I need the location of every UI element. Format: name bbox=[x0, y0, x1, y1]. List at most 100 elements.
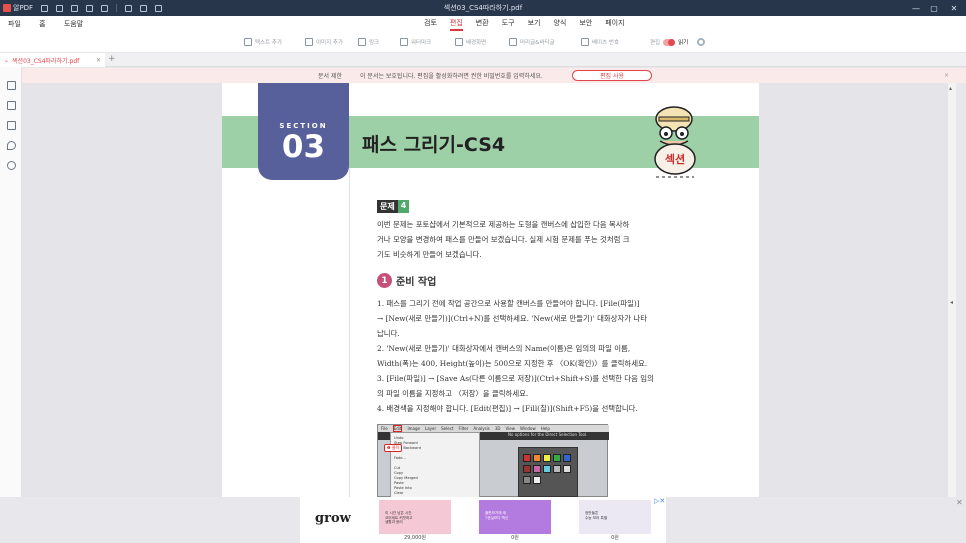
problem-label: 문제 bbox=[377, 200, 398, 213]
ad-card[interactable]: 이 시간 남은 시간 코어세트 커밋하고 생활과 윤리 bbox=[379, 500, 451, 534]
ad-close-button[interactable]: ✕ bbox=[956, 498, 963, 507]
attachment-icon[interactable] bbox=[7, 141, 16, 150]
ribbon-tabs: 검토 편집 변환 도구 보기 양식 보안 페이지 bbox=[424, 18, 625, 31]
step-title: 준비 작업 bbox=[396, 277, 437, 288]
ad-card[interactable]: 정반들콘 수능 보러 특별 bbox=[579, 500, 651, 534]
background-icon bbox=[455, 38, 463, 46]
header-footer-button[interactable]: 머리글&바닥글 bbox=[509, 38, 555, 46]
ad-card-price: 29,000원 bbox=[403, 535, 427, 541]
notice-message: 이 문서는 보호됩니다. 편집을 활성화하려면 권한 비밀번호를 입력하세요. bbox=[360, 73, 543, 80]
notice-label: 문서 제한 bbox=[318, 73, 342, 80]
menu-home[interactable]: 홈 bbox=[39, 20, 45, 28]
search-icon[interactable] bbox=[7, 161, 16, 170]
step-heading: 1 준비 작업 bbox=[377, 273, 436, 288]
ps-menubar: File Edit Image Layer Select Filter Anal… bbox=[378, 425, 609, 432]
section-number: 03 bbox=[281, 129, 326, 165]
instruction-line: Width(폭)는 400, Height(높이)는 500으로 지정한 후 〈… bbox=[377, 359, 648, 368]
notice-close-icon[interactable]: × bbox=[944, 72, 949, 79]
background-button[interactable]: 배경화면 bbox=[455, 38, 486, 46]
menu-help[interactable]: 도움말 bbox=[64, 20, 83, 28]
tab-form[interactable]: 양식 bbox=[553, 18, 566, 31]
ad-brand[interactable]: grow bbox=[315, 511, 351, 526]
document-tab[interactable]: ⌄ 섹션03_CS4따라하기.pdf ✕ bbox=[0, 53, 105, 67]
new-tab-button[interactable]: + bbox=[108, 54, 116, 64]
bates-number-button[interactable]: 베이츠 번호 bbox=[581, 38, 619, 46]
undo-icon[interactable] bbox=[125, 4, 133, 12]
app-name: 알PDF bbox=[13, 4, 34, 12]
alpdf-logo-icon bbox=[3, 4, 11, 12]
tab-review[interactable]: 검토 bbox=[424, 18, 437, 31]
pdf-file-icon: ⌄ bbox=[4, 56, 10, 64]
edit-mode-label: 편집 bbox=[650, 40, 661, 46]
redo-icon[interactable] bbox=[140, 4, 148, 12]
ad-card-text: 이 시간 남은 시간 코어세트 커밋하고 생활과 윤리 bbox=[385, 511, 413, 525]
ps-edit-menu: Undo Step Forward Step Backward Fade... … bbox=[390, 432, 480, 497]
add-image-button[interactable]: 이미지 추가 bbox=[305, 38, 343, 46]
collapse-panel-icon[interactable]: ◂ bbox=[950, 299, 953, 306]
app-logo[interactable]: 알PDF bbox=[3, 3, 33, 13]
section-badge: SECTION 03 bbox=[258, 83, 349, 180]
cut-icon[interactable] bbox=[101, 4, 109, 12]
enable-edit-button[interactable]: 편집 사용 bbox=[572, 70, 652, 81]
divider bbox=[116, 4, 118, 12]
instruction-line: 2. 'New(새로 만들기)' 대화상자에서 캔버스의 Name(이름)은 임… bbox=[377, 344, 631, 353]
ps-swatches-panel bbox=[518, 447, 578, 497]
tab-label: 섹션03_CS4따라하기.pdf bbox=[12, 57, 80, 65]
header-footer-icon bbox=[509, 38, 517, 46]
add-text-button[interactable]: 텍스트 추가 bbox=[244, 38, 282, 46]
mode-toggle[interactable] bbox=[663, 38, 676, 46]
restriction-notice: 문서 제한 이 문서는 보호됩니다. 편집을 활성화하려면 권한 비밀번호를 입… bbox=[22, 68, 966, 83]
instruction-line: 의 파일 이름을 지정하고 〈저장〉을 클릭하세요. bbox=[377, 389, 529, 398]
mode-switch[interactable]: 편집 읽기 bbox=[650, 38, 706, 46]
tab-page[interactable]: 페이지 bbox=[605, 18, 624, 31]
problem-badge: 문제 4 bbox=[377, 200, 410, 213]
tab-security[interactable]: 보안 bbox=[579, 18, 592, 31]
text-icon bbox=[244, 38, 252, 46]
scroll-up-icon[interactable]: ▴ bbox=[949, 85, 952, 92]
left-sidebar: ▸ bbox=[0, 67, 27, 497]
close-button[interactable]: ✕ bbox=[942, 0, 966, 16]
tab-tools[interactable]: 도구 bbox=[502, 18, 515, 31]
settings-gear-icon[interactable] bbox=[697, 38, 706, 46]
ad-choices-icon[interactable]: ▷✕ bbox=[654, 497, 665, 505]
mail-icon[interactable] bbox=[71, 4, 79, 12]
thumbnails-icon[interactable] bbox=[7, 81, 16, 90]
step-number: 1 bbox=[377, 273, 392, 288]
ad-card-price: 0원 bbox=[611, 535, 619, 541]
intro-line: 이번 문제는 포토샵에서 기본적으로 제공하는 도형을 캔버스에 삽입한 다음 … bbox=[377, 220, 630, 229]
link-button[interactable]: 링크 bbox=[358, 38, 379, 46]
bates-icon bbox=[581, 38, 589, 46]
mascot-text: 섹션 bbox=[665, 152, 685, 166]
ad-card-price: 0원 bbox=[511, 535, 519, 541]
watermark-button[interactable]: 워터마크 bbox=[400, 38, 431, 46]
menu-left: 파일 홈 도움말 bbox=[0, 19, 91, 29]
intro-line: 기도 비슷하게 만들어 보겠습니다. bbox=[377, 250, 482, 259]
menu-file[interactable]: 파일 bbox=[8, 20, 21, 28]
watermark-icon bbox=[400, 38, 408, 46]
document-viewport[interactable]: SECTION 03 패스 그리기-CS4 섹션 문제 4 이번 문제는 포토샵… bbox=[22, 83, 956, 497]
photoshop-screenshot: File Edit Image Layer Select Filter Anal… bbox=[377, 424, 609, 497]
intro-paragraph: 이번 문제는 포토샵에서 기본적으로 제공하는 도형을 캔버스에 삽입한 다음 … bbox=[377, 217, 701, 262]
vertical-scrollbar[interactable]: ▴ ◂ bbox=[948, 83, 956, 497]
open-folder-icon[interactable] bbox=[41, 4, 49, 12]
tab-view[interactable]: 보기 bbox=[528, 18, 541, 31]
ad-card[interactable]: 출판보기에 세 7권실보다 백신 bbox=[479, 500, 551, 534]
pdf-page: SECTION 03 패스 그리기-CS4 섹션 문제 4 이번 문제는 포토샵… bbox=[222, 83, 759, 497]
tab-convert[interactable]: 변환 bbox=[476, 18, 489, 31]
customize-dropdown-icon[interactable] bbox=[155, 4, 163, 12]
link-icon bbox=[358, 38, 366, 46]
ad-banner[interactable]: grow 이 시간 남은 시간 코어세트 커밋하고 생활과 윤리 29,000원… bbox=[300, 497, 666, 543]
tab-close-icon[interactable]: ✕ bbox=[96, 57, 101, 64]
margin-rule bbox=[349, 168, 350, 497]
save-icon[interactable] bbox=[56, 4, 64, 12]
read-mode-label: 읽기 bbox=[678, 40, 689, 46]
bookmark-icon[interactable] bbox=[7, 101, 16, 110]
ad-card-text: 정반들콘 수능 보러 특별 bbox=[585, 511, 608, 520]
comment-icon[interactable] bbox=[7, 121, 16, 130]
print-icon[interactable] bbox=[86, 4, 94, 12]
chapter-title: 패스 그리기-CS4 bbox=[362, 134, 506, 156]
menu-bar: 파일 홈 도움말 검토 편집 변환 도구 보기 양식 보안 페이지 bbox=[0, 16, 966, 32]
instruction-line: 4. 배경색을 지정해야 합니다. [Edit(편집)] → [Fill(칠)]… bbox=[377, 404, 638, 413]
ps-click-callout: ❶ 클릭 bbox=[384, 444, 403, 452]
tab-edit[interactable]: 편집 bbox=[449, 18, 463, 31]
